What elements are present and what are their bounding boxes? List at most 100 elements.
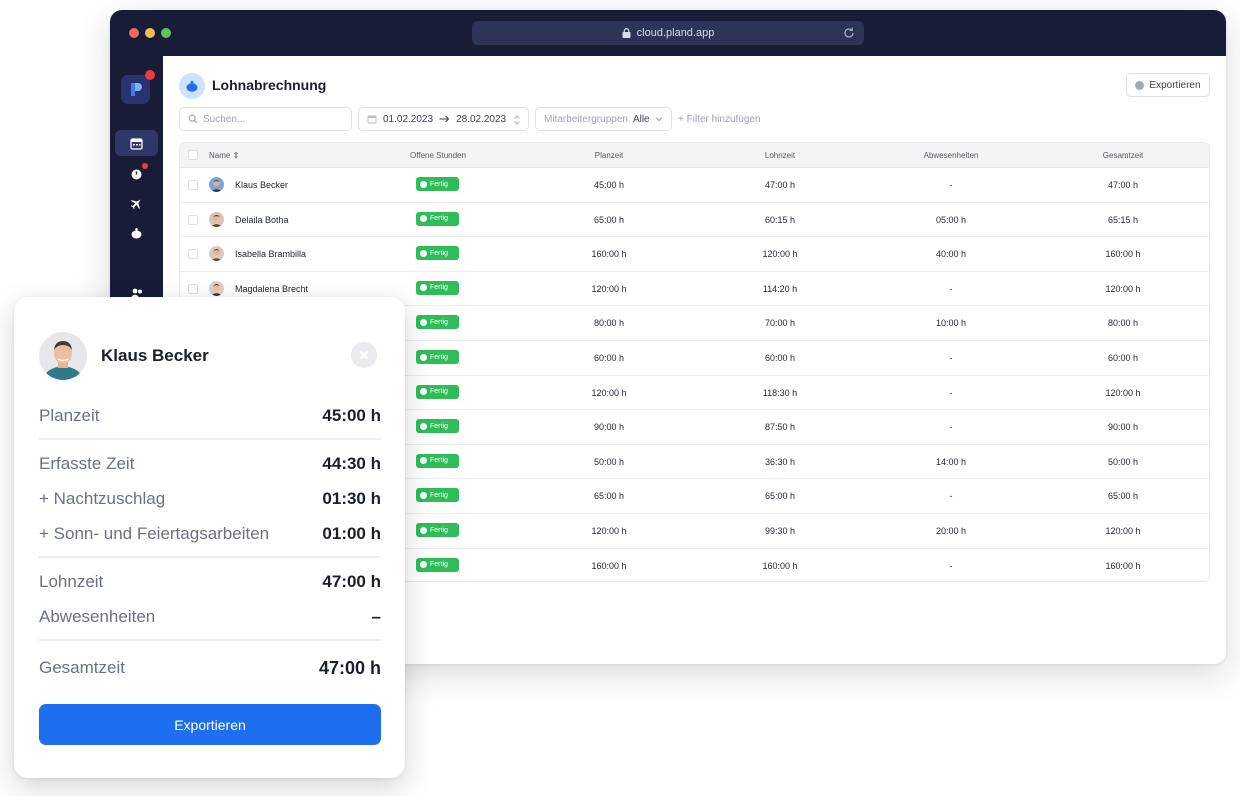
employee-avatar bbox=[39, 332, 87, 380]
total-time: 50:00 h bbox=[1107, 456, 1139, 467]
maximize-window-button[interactable] bbox=[161, 28, 171, 38]
employee-name[interactable]: Klaus Becker bbox=[235, 180, 288, 190]
wage-time: 114:20 h bbox=[762, 283, 798, 294]
table-header: Name ⇕ Offene Stunden Planzeit Lohnzeit … bbox=[180, 143, 1209, 168]
planned-time: 90:00 h bbox=[593, 422, 625, 433]
status-badge: Fertig bbox=[416, 453, 459, 468]
export-button[interactable]: Exportieren bbox=[1126, 73, 1210, 97]
status-badge: Fertig bbox=[416, 557, 459, 572]
check-circle-icon bbox=[420, 422, 427, 430]
total-time: 47:00 h bbox=[1107, 180, 1139, 190]
status-badge: Fertig bbox=[416, 419, 459, 434]
check-circle-icon bbox=[420, 284, 427, 292]
row-checkbox[interactable] bbox=[188, 180, 198, 190]
wage-time: 99:30 h bbox=[764, 526, 796, 536]
address-bar[interactable]: cloud.pland.app bbox=[472, 21, 864, 45]
payroll-page-icon bbox=[179, 73, 205, 99]
summary-label: Gesamtzeit bbox=[39, 658, 125, 677]
summary-value: 47:00 h bbox=[318, 658, 381, 678]
url-text: cloud.pland.app bbox=[636, 27, 715, 39]
total-time: 120:00 h bbox=[1105, 526, 1141, 536]
check-circle-icon bbox=[420, 215, 427, 223]
row-checkbox[interactable] bbox=[188, 214, 198, 225]
select-all-checkbox[interactable] bbox=[188, 150, 198, 160]
summary-label: Planzeit bbox=[39, 406, 100, 425]
employee-name[interactable]: Delaila Botha bbox=[235, 215, 289, 225]
search-input[interactable]: Suchen... bbox=[179, 107, 352, 131]
wage-time: 60:00 h bbox=[764, 353, 796, 363]
total-time: 60:00 h bbox=[1107, 353, 1139, 363]
reload-icon[interactable] bbox=[842, 26, 856, 40]
wage-time: 36:30 h bbox=[764, 456, 796, 467]
stopwatch-icon bbox=[131, 169, 142, 179]
date-from: 01.02.2023 bbox=[383, 113, 434, 125]
column-header-total: Gesamtzeit bbox=[1102, 151, 1144, 160]
check-circle-icon bbox=[420, 491, 427, 499]
status-badge: Fertig bbox=[416, 315, 459, 330]
column-header-open-hours: Offene Stunden bbox=[410, 151, 466, 160]
avatar bbox=[209, 211, 224, 227]
export-button-label: Exportieren bbox=[1149, 79, 1201, 91]
search-placeholder: Suchen... bbox=[203, 113, 246, 125]
close-window-button[interactable] bbox=[129, 28, 139, 38]
absences: - bbox=[949, 180, 953, 190]
total-time: 160:00 h bbox=[1105, 249, 1141, 260]
summary-value: 47:00 h bbox=[322, 572, 381, 591]
planned-time: 65:00 h bbox=[593, 214, 625, 225]
planned-time: 50:00 h bbox=[593, 456, 625, 467]
wage-time: 65:00 h bbox=[764, 491, 796, 502]
date-range-picker[interactable]: 01.02.2023 28.02.2023 bbox=[358, 107, 529, 131]
close-icon bbox=[359, 350, 369, 360]
absences: 40:00 h bbox=[935, 249, 967, 260]
column-header-name[interactable]: Name ⇕ bbox=[209, 151, 239, 160]
total-time: 65:00 h bbox=[1107, 491, 1139, 502]
status-badge: Fertig bbox=[416, 350, 459, 364]
airplane-icon bbox=[130, 198, 141, 209]
wage-time: 118:30 h bbox=[762, 387, 798, 398]
avatar bbox=[209, 280, 224, 296]
divider bbox=[39, 556, 381, 558]
wage-time: 120:00 h bbox=[762, 249, 798, 260]
planned-time: 160:00 h bbox=[591, 560, 627, 571]
check-circle-icon bbox=[420, 526, 427, 534]
employee-name[interactable]: Isabella Brambilla bbox=[235, 249, 306, 259]
minimize-window-button[interactable] bbox=[145, 28, 155, 38]
sidebar-item-calendar[interactable] bbox=[115, 130, 158, 156]
status-badge: Fertig bbox=[416, 488, 459, 503]
piggy-bank-icon bbox=[186, 80, 198, 92]
export-detail-button[interactable]: Exportieren bbox=[39, 704, 381, 745]
app-logo[interactable] bbox=[121, 70, 155, 104]
row-checkbox[interactable] bbox=[188, 283, 198, 294]
sidebar-item-payroll[interactable] bbox=[115, 220, 158, 246]
status-badge: Fertig bbox=[416, 246, 459, 261]
sidebar-item-time-tracking[interactable] bbox=[115, 160, 158, 186]
absences: - bbox=[949, 560, 953, 571]
check-circle-icon bbox=[420, 180, 427, 188]
row-checkbox[interactable] bbox=[188, 249, 198, 260]
summary-value: 44:30 h bbox=[322, 454, 381, 473]
summary-label: Erfasste Zeit bbox=[39, 454, 135, 473]
check-circle-icon bbox=[420, 388, 427, 396]
wage-time: 60:15 h bbox=[764, 214, 796, 225]
search-icon bbox=[188, 114, 198, 124]
add-filter-button[interactable]: + Filter hinzufügen bbox=[678, 107, 761, 131]
employee-group-select[interactable]: Mitarbeitergruppen Alle bbox=[535, 107, 672, 131]
sidebar-item-absences[interactable] bbox=[115, 190, 158, 216]
export-icon bbox=[1135, 80, 1145, 90]
column-header-wage-time: Lohnzeit bbox=[764, 151, 796, 160]
table-row[interactable]: Isabella Brambilla Fertig 160:00 h 120:00 h… bbox=[180, 237, 1209, 272]
divider bbox=[39, 438, 381, 440]
table-row[interactable]: Klaus Becker Fertig 45:00 h 47:00 h - 47:00 h bbox=[180, 168, 1209, 203]
arrow-right-icon bbox=[439, 115, 450, 123]
summary-value: 45:00 h bbox=[322, 406, 381, 425]
close-button[interactable] bbox=[351, 342, 377, 368]
employee-name[interactable]: Magdalena Brecht bbox=[235, 284, 308, 294]
summary-value: 01:00 h bbox=[322, 524, 381, 543]
check-circle-icon bbox=[420, 457, 427, 465]
planned-time: 120:00 h bbox=[591, 526, 627, 536]
status-badge: Fertig bbox=[416, 384, 459, 399]
table-row[interactable]: Delaila Botha Fertig 65:00 h 60:15 h 05:00 h… bbox=[180, 203, 1209, 238]
absences: - bbox=[949, 353, 953, 363]
check-circle-icon bbox=[420, 561, 427, 569]
employee-name: Klaus Becker bbox=[101, 346, 209, 365]
